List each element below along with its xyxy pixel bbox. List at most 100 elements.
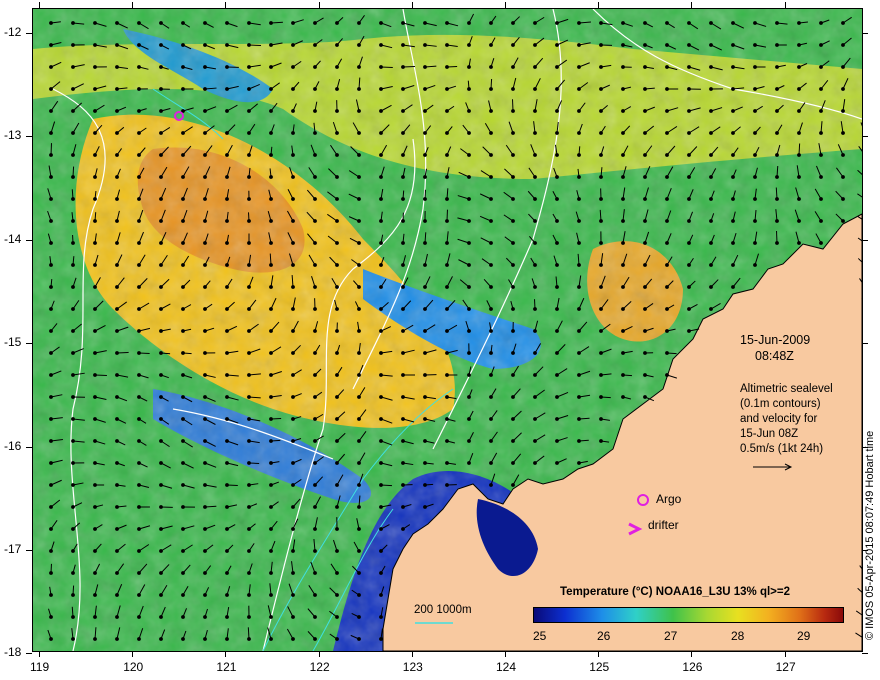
drifter-label: drifter <box>648 518 679 532</box>
velocity-arrow-origin <box>423 307 427 311</box>
velocity-arrow-origin <box>357 637 361 641</box>
velocity-arrow-origin <box>225 549 229 553</box>
colorbar-label: 28 <box>731 629 745 643</box>
velocity-arrow-origin <box>775 241 779 245</box>
velocity-arrow-origin <box>137 417 141 421</box>
velocity-arrow-origin <box>203 109 207 113</box>
velocity-arrow-origin <box>313 549 317 553</box>
velocity-arrow-origin <box>423 175 427 179</box>
velocity-arrow-origin <box>225 439 229 443</box>
velocity-arrow-origin <box>269 373 273 377</box>
velocity-arrow-origin <box>115 483 119 487</box>
velocity-arrow-origin <box>621 21 625 25</box>
velocity-arrow-origin <box>445 417 449 421</box>
velocity-arrow-origin <box>379 571 383 575</box>
velocity-arrow-origin <box>709 43 713 47</box>
velocity-arrow-origin <box>137 549 141 553</box>
velocity-arrow-origin <box>357 549 361 553</box>
velocity-arrow-origin <box>49 87 53 91</box>
velocity-arrow-origin <box>709 241 713 245</box>
velocity-arrow-origin <box>533 329 537 333</box>
velocity-arrow-origin <box>665 131 669 135</box>
velocity-arrow-origin <box>159 219 163 223</box>
velocity-arrow-origin <box>687 87 691 91</box>
velocity-arrow-origin <box>709 65 713 69</box>
velocity-arrow-origin <box>555 285 559 289</box>
velocity-arrow-origin <box>71 439 75 443</box>
velocity-arrow-origin <box>247 395 251 399</box>
velocity-arrow-origin <box>269 461 273 465</box>
velocity-arrow-origin <box>775 87 779 91</box>
velocity-arrow-origin <box>797 153 801 157</box>
velocity-arrow-origin <box>49 153 53 157</box>
velocity-arrow-origin <box>225 593 229 597</box>
velocity-arrow-origin <box>181 87 185 91</box>
velocity-arrow-origin <box>49 483 53 487</box>
x-tick-mark <box>39 2 40 8</box>
velocity-arrow-origin <box>335 483 339 487</box>
velocity-arrow-origin <box>599 263 603 267</box>
velocity-arrow-origin <box>203 571 207 575</box>
velocity-arrow-origin <box>159 21 163 25</box>
velocity-arrow-origin <box>49 637 53 641</box>
velocity-arrow-origin <box>115 175 119 179</box>
velocity-arrow-origin <box>401 439 405 443</box>
velocity-arrow-origin <box>819 43 823 47</box>
velocity-arrow-origin <box>401 153 405 157</box>
velocity-arrow-origin <box>511 329 515 333</box>
velocity-arrow-origin <box>423 109 427 113</box>
velocity-arrow-origin <box>819 87 823 91</box>
velocity-arrow-origin <box>181 637 185 641</box>
sst-map[interactable] <box>32 8 863 652</box>
velocity-arrow-origin <box>665 373 669 377</box>
velocity-arrow-origin <box>357 65 361 69</box>
velocity-arrow-origin <box>115 351 119 355</box>
velocity-arrow-origin <box>225 153 229 157</box>
velocity-arrow-origin <box>93 351 97 355</box>
velocity-arrow-origin <box>93 329 97 333</box>
velocity-arrow-origin <box>445 21 449 25</box>
velocity-arrow-origin <box>247 527 251 531</box>
velocity-arrow-origin <box>247 351 251 355</box>
velocity-arrow-origin <box>181 395 185 399</box>
x-tick-mark <box>225 2 227 8</box>
velocity-arrow-origin <box>819 175 823 179</box>
velocity-arrow-origin <box>181 549 185 553</box>
velocity-arrow-origin <box>115 87 119 91</box>
velocity-arrow-origin <box>401 65 405 69</box>
velocity-arrow-origin <box>159 65 163 69</box>
velocity-arrow-origin <box>709 153 713 157</box>
velocity-arrow-origin <box>115 505 119 509</box>
x-tick-label: 127 <box>775 660 796 674</box>
velocity-arrow-origin <box>269 615 273 619</box>
velocity-arrow-origin <box>49 571 53 575</box>
y-tick-label: -15 <box>4 335 22 350</box>
velocity-arrow-origin <box>247 197 251 201</box>
y-tick-mark <box>26 343 32 345</box>
velocity-arrow-origin <box>621 175 625 179</box>
velocity-arrow-origin <box>159 87 163 91</box>
velocity-arrow-origin <box>379 615 383 619</box>
x-tick-label: 120 <box>123 660 144 674</box>
velocity-arrow-origin <box>269 417 273 421</box>
velocity-arrow-origin <box>203 43 207 47</box>
velocity-arrow-origin <box>357 131 361 135</box>
velocity-arrow-origin <box>555 307 559 311</box>
velocity-arrow-origin <box>401 351 405 355</box>
velocity-arrow-origin <box>401 505 405 509</box>
velocity-arrow-origin <box>555 263 559 267</box>
velocity-arrow-origin <box>489 219 493 223</box>
velocity-arrow-origin <box>225 131 229 135</box>
velocity-arrow-origin <box>379 109 383 113</box>
velocity-arrow-origin <box>335 417 339 421</box>
velocity-arrow-origin <box>599 395 603 399</box>
velocity-arrow-origin <box>599 109 603 113</box>
velocity-arrow-origin <box>137 285 141 289</box>
velocity-arrow-origin <box>555 175 559 179</box>
velocity-arrow-origin <box>665 285 669 289</box>
velocity-arrow-origin <box>137 373 141 377</box>
velocity-arrow-origin <box>203 197 207 201</box>
velocity-arrow-origin <box>291 483 295 487</box>
velocity-arrow-origin <box>159 307 163 311</box>
depth-legend-label: 200 1000m <box>414 604 472 616</box>
